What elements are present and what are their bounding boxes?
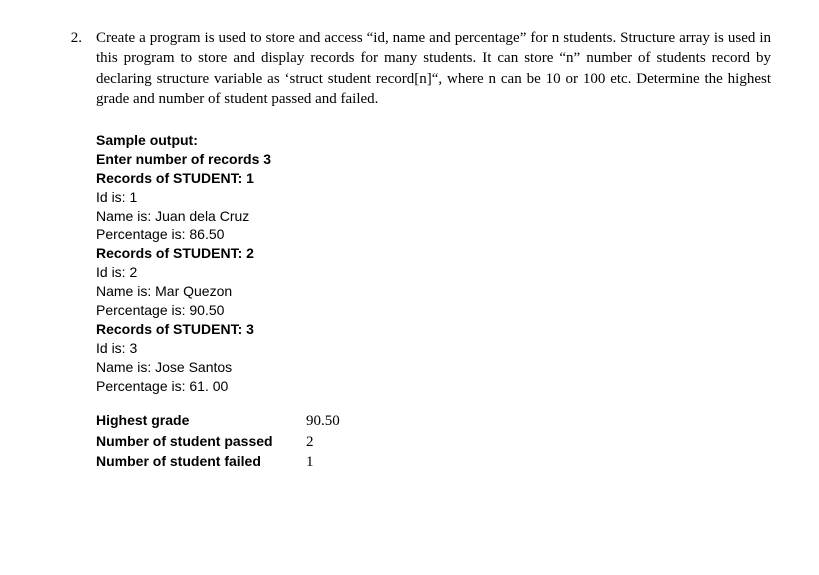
record-name: Name is: Mar Quezon xyxy=(96,282,771,301)
summary-passed-label: Number of student passed xyxy=(96,432,306,452)
record-percentage: Percentage is: 61. 00 xyxy=(96,377,771,396)
record-name: Name is: Jose Santos xyxy=(96,358,771,377)
question-number: 2. xyxy=(48,28,96,48)
summary-failed-value: 1 xyxy=(306,452,314,472)
record-name: Name is: Juan dela Cruz xyxy=(96,207,771,226)
enter-records-line: Enter number of records 3 xyxy=(96,150,771,169)
record-percentage: Percentage is: 86.50 xyxy=(96,225,771,244)
record-header: Records of STUDENT: 2 xyxy=(96,244,771,263)
summary-highest: Highest grade 90.50 xyxy=(96,411,771,431)
sample-output-heading: Sample output: xyxy=(96,131,771,150)
summary-failed-label: Number of student failed xyxy=(96,452,306,472)
record-id: Id is: 1 xyxy=(96,188,771,207)
question-block: 2. Create a program is used to store and… xyxy=(48,28,771,109)
summary-highest-label: Highest grade xyxy=(96,411,306,431)
summary-failed: Number of student failed 1 xyxy=(96,452,771,472)
record-id: Id is: 3 xyxy=(96,339,771,358)
record-percentage: Percentage is: 90.50 xyxy=(96,301,771,320)
summary-passed: Number of student passed 2 xyxy=(96,432,771,452)
sample-output-block: Sample output: Enter number of records 3… xyxy=(96,131,771,472)
record-id: Id is: 2 xyxy=(96,263,771,282)
record-header: Records of STUDENT: 1 xyxy=(96,169,771,188)
question-text: Create a program is used to store and ac… xyxy=(96,28,771,109)
summary-passed-value: 2 xyxy=(306,432,314,452)
record-header: Records of STUDENT: 3 xyxy=(96,320,771,339)
summary-highest-value: 90.50 xyxy=(306,411,340,431)
spacer xyxy=(96,395,771,411)
